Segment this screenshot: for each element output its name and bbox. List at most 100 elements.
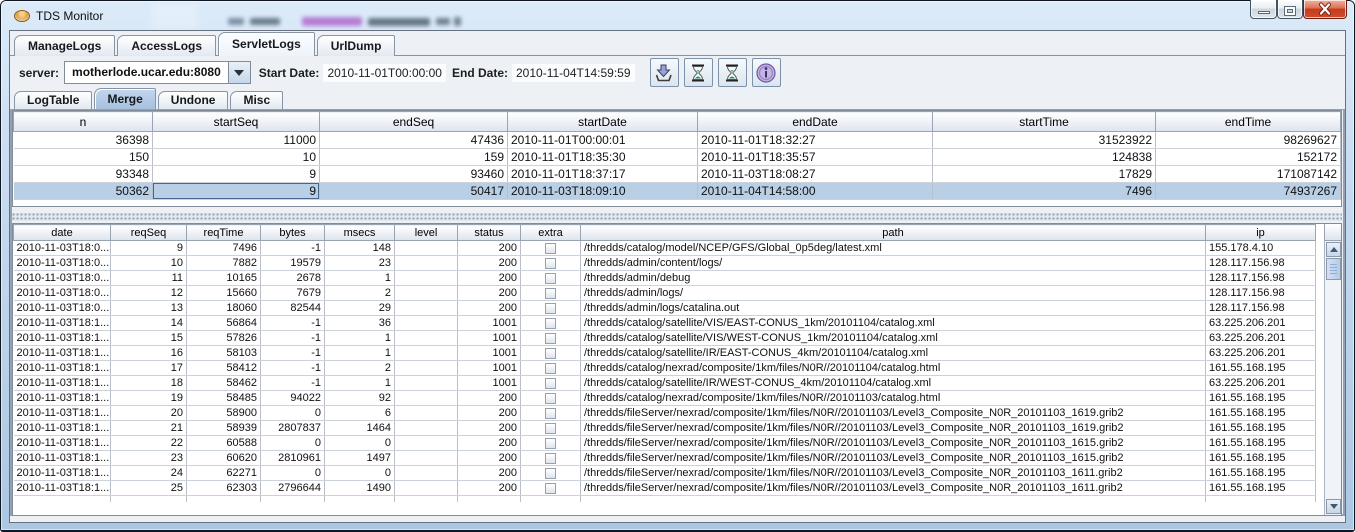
tab-servletlogs[interactable]: ServletLogs (218, 32, 315, 56)
table-row[interactable]: 2010-11-03T18:1...226058800200/thredds/f… (14, 436, 1316, 451)
extra-checkbox[interactable] (545, 333, 556, 344)
subtab-misc[interactable]: Misc (230, 91, 283, 109)
column-header-endDate[interactable]: endDate (698, 112, 933, 132)
restore-icon (1285, 7, 1295, 15)
cell-reqSeq: 23 (111, 451, 187, 466)
cell-extra (521, 286, 581, 301)
extra-checkbox[interactable] (545, 378, 556, 389)
extra-checkbox[interactable] (545, 423, 556, 434)
cell-date: 2010-11-03T18:0... (14, 271, 111, 286)
cell-reqTime: 58939 (187, 421, 261, 436)
table-row[interactable]: 2010-11-03T18:1...19584859402292200/thre… (14, 391, 1316, 406)
tab-managelogs[interactable]: ManageLogs (14, 35, 115, 56)
extra-checkbox[interactable] (545, 483, 556, 494)
column-header-endTime[interactable]: endTime (1156, 112, 1341, 132)
cell-date: 2010-11-03T18:1... (14, 406, 111, 421)
extra-checkbox[interactable] (545, 393, 556, 404)
table-row[interactable]: 2010-11-03T18:0...121566076792200/thredd… (14, 286, 1316, 301)
subtab-undone[interactable]: Undone (158, 91, 229, 109)
column-header-startTime[interactable]: startTime (933, 112, 1156, 132)
extra-checkbox[interactable] (545, 468, 556, 479)
titlebar[interactable]: TDS Monitor (2, 1, 1353, 30)
server-combobox[interactable]: motherlode.ucar.edu:8080 (64, 61, 251, 84)
table-row[interactable]: 2010-11-03T18:1...1758412-121001/thredds… (14, 361, 1316, 376)
cell-startDate: 2010-11-01T18:37:17 (508, 166, 698, 183)
info-button[interactable] (752, 58, 781, 87)
column-header-date[interactable]: date (14, 225, 111, 241)
table-row[interactable]: 2010-11-03T18:1...246227100200/thredds/f… (14, 466, 1316, 481)
column-header-ip[interactable]: ip (1206, 225, 1316, 241)
scroll-down-button[interactable] (1326, 499, 1341, 514)
tab-urldump[interactable]: UrlDump (317, 35, 396, 56)
split-divider[interactable] (12, 213, 1342, 221)
cell-level (395, 316, 458, 331)
cell-level (395, 271, 458, 286)
subtab-merge[interactable]: Merge (94, 88, 155, 109)
cell-level (395, 436, 458, 451)
extra-checkbox[interactable] (545, 258, 556, 269)
scroll-up-button[interactable] (1326, 242, 1341, 257)
close-button[interactable] (1303, 0, 1347, 19)
cell-bytes: 19579 (261, 256, 325, 271)
table-row[interactable]: 2010-11-03T18:0...13180608254429200/thre… (14, 301, 1316, 316)
table-row[interactable]: 2010-11-03T18:0...1078821957923200/thred… (14, 256, 1316, 271)
extra-checkbox[interactable] (545, 243, 556, 254)
cell-endSeq: 93460 (320, 166, 508, 183)
extra-checkbox[interactable] (545, 288, 556, 299)
table-row[interactable]: 2010-11-03T18:1...256230327966441490200/… (14, 481, 1316, 496)
extra-checkbox[interactable] (545, 348, 556, 359)
restore-button[interactable] (1277, 0, 1303, 19)
reset-times-button-2[interactable] (718, 58, 747, 87)
extra-checkbox[interactable] (545, 408, 556, 419)
cell-extra (521, 451, 581, 466)
collect-logs-button[interactable] (650, 58, 679, 87)
table-row[interactable]: 150101592010-11-01T18:35:302010-11-01T18… (14, 149, 1341, 166)
table-row[interactable]: 503629504172010-11-03T18:09:102010-11-04… (14, 183, 1341, 200)
table-row[interactable]: 2010-11-03T18:0...97496-1148200/thredds/… (14, 241, 1316, 256)
column-header-reqSeq[interactable]: reqSeq (111, 225, 187, 241)
minimize-button[interactable] (1250, 0, 1277, 19)
start-date-field[interactable]: 2010-11-01T00:00:00 (323, 64, 446, 82)
table-row[interactable]: 2010-11-03T18:1...1858462-111001/thredds… (14, 376, 1316, 391)
extra-checkbox[interactable] (545, 453, 556, 464)
table-row[interactable]: 2010-11-03T18:1...1456864-1361001/thredd… (14, 316, 1316, 331)
column-header-startSeq[interactable]: startSeq (153, 112, 320, 132)
extra-checkbox[interactable] (545, 438, 556, 449)
extra-checkbox[interactable] (545, 303, 556, 314)
table-row[interactable]: 2010-11-03T18:0...111016526781200/thredd… (14, 271, 1316, 286)
subtab-logtable[interactable]: LogTable (14, 91, 92, 109)
column-header-status[interactable]: status (458, 225, 521, 241)
table-row[interactable]: 2010-11-03T18:1...236062028109611497200/… (14, 451, 1316, 466)
table-row[interactable]: 2010-11-03T18:1...1557826-111001/thredds… (14, 331, 1316, 346)
table-row[interactable]: 2010-11-03T18:1...215893928078371464200/… (14, 421, 1316, 436)
extra-checkbox[interactable] (545, 318, 556, 329)
table-row[interactable]: 2010-11-03T18:1...205890006200/thredds/f… (14, 406, 1316, 421)
column-header-path[interactable]: path (581, 225, 1206, 241)
cell-extra (521, 466, 581, 481)
column-header-startDate[interactable]: startDate (508, 112, 698, 132)
column-header-endSeq[interactable]: endSeq (320, 112, 508, 132)
table-row[interactable]: 3639811000474362010-11-01T00:00:012010-1… (14, 132, 1341, 149)
cell-n: 93348 (14, 166, 153, 183)
cell-msecs: 148 (325, 241, 395, 256)
reset-times-button[interactable] (684, 58, 713, 87)
extra-checkbox[interactable] (545, 273, 556, 284)
cell-reqTime: 56864 (187, 316, 261, 331)
column-header-n[interactable]: n (14, 112, 153, 132)
table-row[interactable]: 933489934602010-11-01T18:37:172010-11-03… (14, 166, 1341, 183)
scrollbar-thumb[interactable] (1326, 258, 1341, 280)
column-header-extra[interactable]: extra (521, 225, 581, 241)
extra-checkbox[interactable] (545, 363, 556, 374)
column-header-level[interactable]: level (395, 225, 458, 241)
cell-msecs: 1497 (325, 451, 395, 466)
column-header-reqTime[interactable]: reqTime (187, 225, 261, 241)
column-header-msecs[interactable]: msecs (325, 225, 395, 241)
table-row[interactable]: 2010-11-03T18:1...1658103-111001/thredds… (14, 346, 1316, 361)
vertical-scrollbar[interactable] (1324, 241, 1341, 515)
end-date-field[interactable]: 2010-11-04T14:59:59 (512, 64, 635, 82)
combobox-dropdown-button[interactable] (228, 61, 251, 84)
cell-status: 200 (458, 421, 521, 436)
tab-accesslogs[interactable]: AccessLogs (117, 35, 216, 56)
cell-reqTime: 7496 (187, 241, 261, 256)
column-header-bytes[interactable]: bytes (261, 225, 325, 241)
